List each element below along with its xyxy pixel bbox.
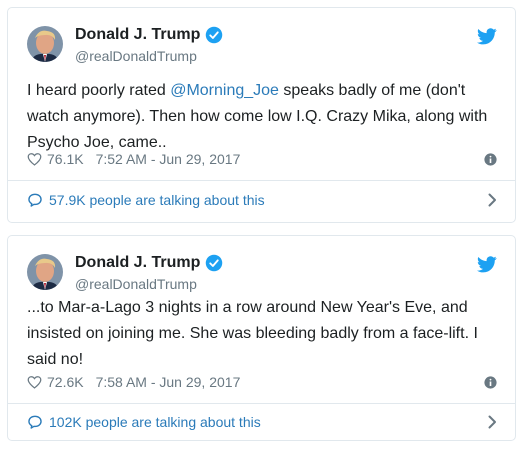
like-count[interactable]: 72.6K — [47, 374, 84, 390]
like-count[interactable]: 76.1K — [47, 151, 84, 167]
author-row[interactable]: Donald J. Trump — [75, 26, 223, 44]
twitter-bird-icon[interactable] — [477, 28, 497, 45]
tweet-text: ...to Mar-a-Lago 3 nights in a row aroun… — [27, 295, 497, 373]
author-name[interactable]: Donald J. Trump — [75, 254, 200, 272]
comment-icon — [28, 415, 42, 429]
conversation-label[interactable]: 57.9K people are talking about this — [49, 192, 265, 208]
tweet-meta: 76.1K 7:52 AM - Jun 29, 2017 — [27, 151, 497, 167]
verified-badge-icon — [206, 26, 223, 44]
tweet-text-before: I heard poorly rated — [27, 82, 171, 99]
heart-icon[interactable] — [27, 152, 42, 166]
tweet-meta: 72.6K 7:58 AM - Jun 29, 2017 — [27, 374, 497, 390]
heart-icon[interactable] — [27, 375, 42, 389]
mention-link[interactable]: @Morning_Joe — [170, 82, 279, 99]
conversation-link[interactable]: 102K people are talking about this — [27, 414, 497, 430]
chevron-right-icon[interactable] — [488, 193, 497, 207]
verified-badge-icon — [206, 254, 223, 272]
author-name[interactable]: Donald J. Trump — [75, 26, 200, 44]
tweet-card[interactable]: Donald J. Trump @realDonaldTrump ...to M… — [7, 235, 516, 441]
tweet-text-before: ...to Mar-a-Lago 3 nights in a row aroun… — [27, 299, 478, 368]
conversation-label[interactable]: 102K people are talking about this — [49, 414, 261, 430]
twitter-bird-icon[interactable] — [477, 256, 497, 273]
conversation-link[interactable]: 57.9K people are talking about this — [27, 192, 497, 208]
chevron-right-icon[interactable] — [488, 415, 497, 429]
avatar[interactable] — [27, 254, 63, 290]
divider — [8, 403, 515, 404]
timestamp-link[interactable]: 7:58 AM - Jun 29, 2017 — [96, 374, 241, 390]
author-handle[interactable]: @realDonaldTrump — [75, 48, 197, 64]
info-icon[interactable] — [484, 152, 497, 166]
avatar[interactable] — [27, 26, 63, 62]
tweet-text: I heard poorly rated @Morning_Joe speaks… — [27, 78, 497, 156]
timestamp-link[interactable]: 7:52 AM - Jun 29, 2017 — [96, 151, 241, 167]
info-icon[interactable] — [484, 375, 497, 389]
author-handle[interactable]: @realDonaldTrump — [75, 276, 197, 292]
comment-icon — [28, 193, 42, 207]
divider — [8, 180, 515, 181]
author-row[interactable]: Donald J. Trump — [75, 254, 223, 272]
tweet-card[interactable]: Donald J. Trump @realDonaldTrump I heard… — [7, 7, 516, 223]
